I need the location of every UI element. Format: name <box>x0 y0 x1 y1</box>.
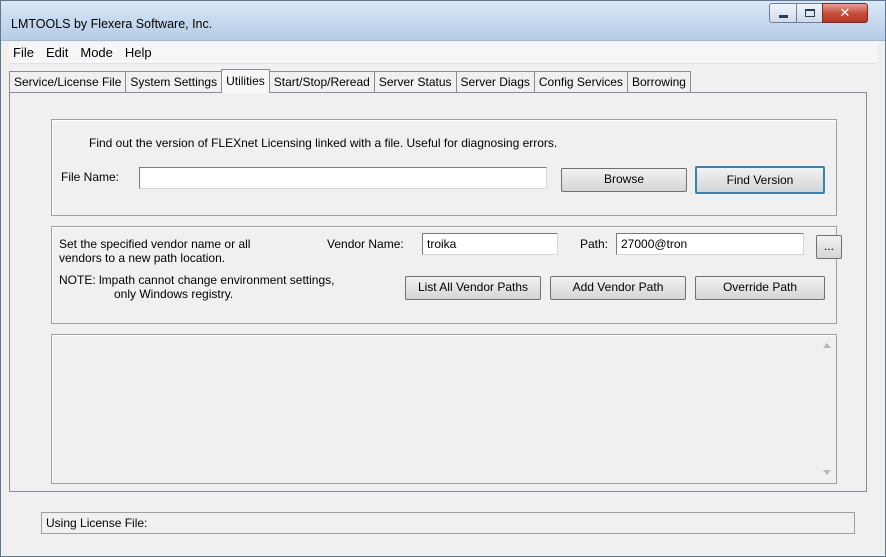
note-line1: NOTE: lmpath cannot change environment s… <box>59 273 335 287</box>
scroll-up-icon[interactable] <box>823 343 831 348</box>
add-vendor-path-button[interactable]: Add Vendor Path <box>550 276 686 300</box>
note-line2: only Windows registry. <box>114 287 234 301</box>
menu-edit[interactable]: Edit <box>40 43 74 63</box>
tab-start-stop-reread[interactable]: Start/Stop/Reread <box>268 71 375 93</box>
menu-file[interactable]: File <box>9 43 40 63</box>
app-window: LMTOOLS by Flexera Software, Inc. ✕ File… <box>0 0 886 557</box>
tab-config-services[interactable]: Config Services <box>533 71 628 93</box>
vendor-path-description-line1: Set the specified vendor name or all <box>59 237 251 251</box>
maximize-icon <box>804 9 815 17</box>
find-version-group: Find out the version of FLEXnet Licensin… <box>51 119 837 216</box>
menu-bar: File Edit Mode Help <box>9 42 877 64</box>
close-icon: ✕ <box>839 5 851 20</box>
title-bar[interactable]: LMTOOLS by Flexera Software, Inc. ✕ <box>1 1 885 41</box>
close-button[interactable]: ✕ <box>822 3 868 23</box>
browse-button[interactable]: Browse <box>561 168 687 192</box>
menu-mode[interactable]: Mode <box>74 43 119 63</box>
minimize-icon <box>778 14 788 18</box>
tab-service-license-file[interactable]: Service/License File <box>9 71 127 93</box>
tab-borrowing[interactable]: Borrowing <box>626 71 691 93</box>
output-textarea[interactable] <box>51 334 837 484</box>
file-name-input[interactable] <box>139 167 547 189</box>
window-controls: ✕ <box>769 3 868 25</box>
tab-server-diags[interactable]: Server Diags <box>455 71 535 93</box>
status-bar: Using License File: <box>41 512 855 534</box>
window-title: LMTOOLS by Flexera Software, Inc. <box>11 17 213 31</box>
find-version-button[interactable]: Find Version <box>695 166 825 194</box>
vendor-path-description-line2: vendors to a new path location. <box>59 251 226 265</box>
output-scrollbar[interactable] <box>818 336 835 482</box>
find-version-description: Find out the version of FLEXnet Licensin… <box>89 136 558 150</box>
utilities-panel: Find out the version of FLEXnet Licensin… <box>9 92 867 492</box>
tab-server-status[interactable]: Server Status <box>373 71 457 93</box>
tab-strip: Service/License File System Settings Uti… <box>9 69 691 93</box>
list-all-vendor-paths-button[interactable]: List All Vendor Paths <box>405 276 541 300</box>
tab-system-settings[interactable]: System Settings <box>125 71 223 93</box>
override-path-button[interactable]: Override Path <box>695 276 825 300</box>
menu-help[interactable]: Help <box>119 43 158 63</box>
path-label: Path: <box>580 237 609 251</box>
tab-utilities[interactable]: Utilities <box>221 69 270 93</box>
vendor-path-group: Set the specified vendor name or all ven… <box>51 226 842 324</box>
file-name-label: File Name: <box>61 170 120 184</box>
scroll-down-icon[interactable] <box>823 470 831 475</box>
client-area: File Edit Mode Help Service/License File… <box>9 42 877 549</box>
minimize-button[interactable] <box>769 3 797 23</box>
vendor-name-input[interactable]: troika <box>422 233 558 255</box>
path-input[interactable]: 27000@tron <box>616 233 804 255</box>
browse-path-button[interactable]: ... <box>816 235 842 259</box>
maximize-button[interactable] <box>796 3 823 23</box>
vendor-name-label: Vendor Name: <box>327 237 404 251</box>
